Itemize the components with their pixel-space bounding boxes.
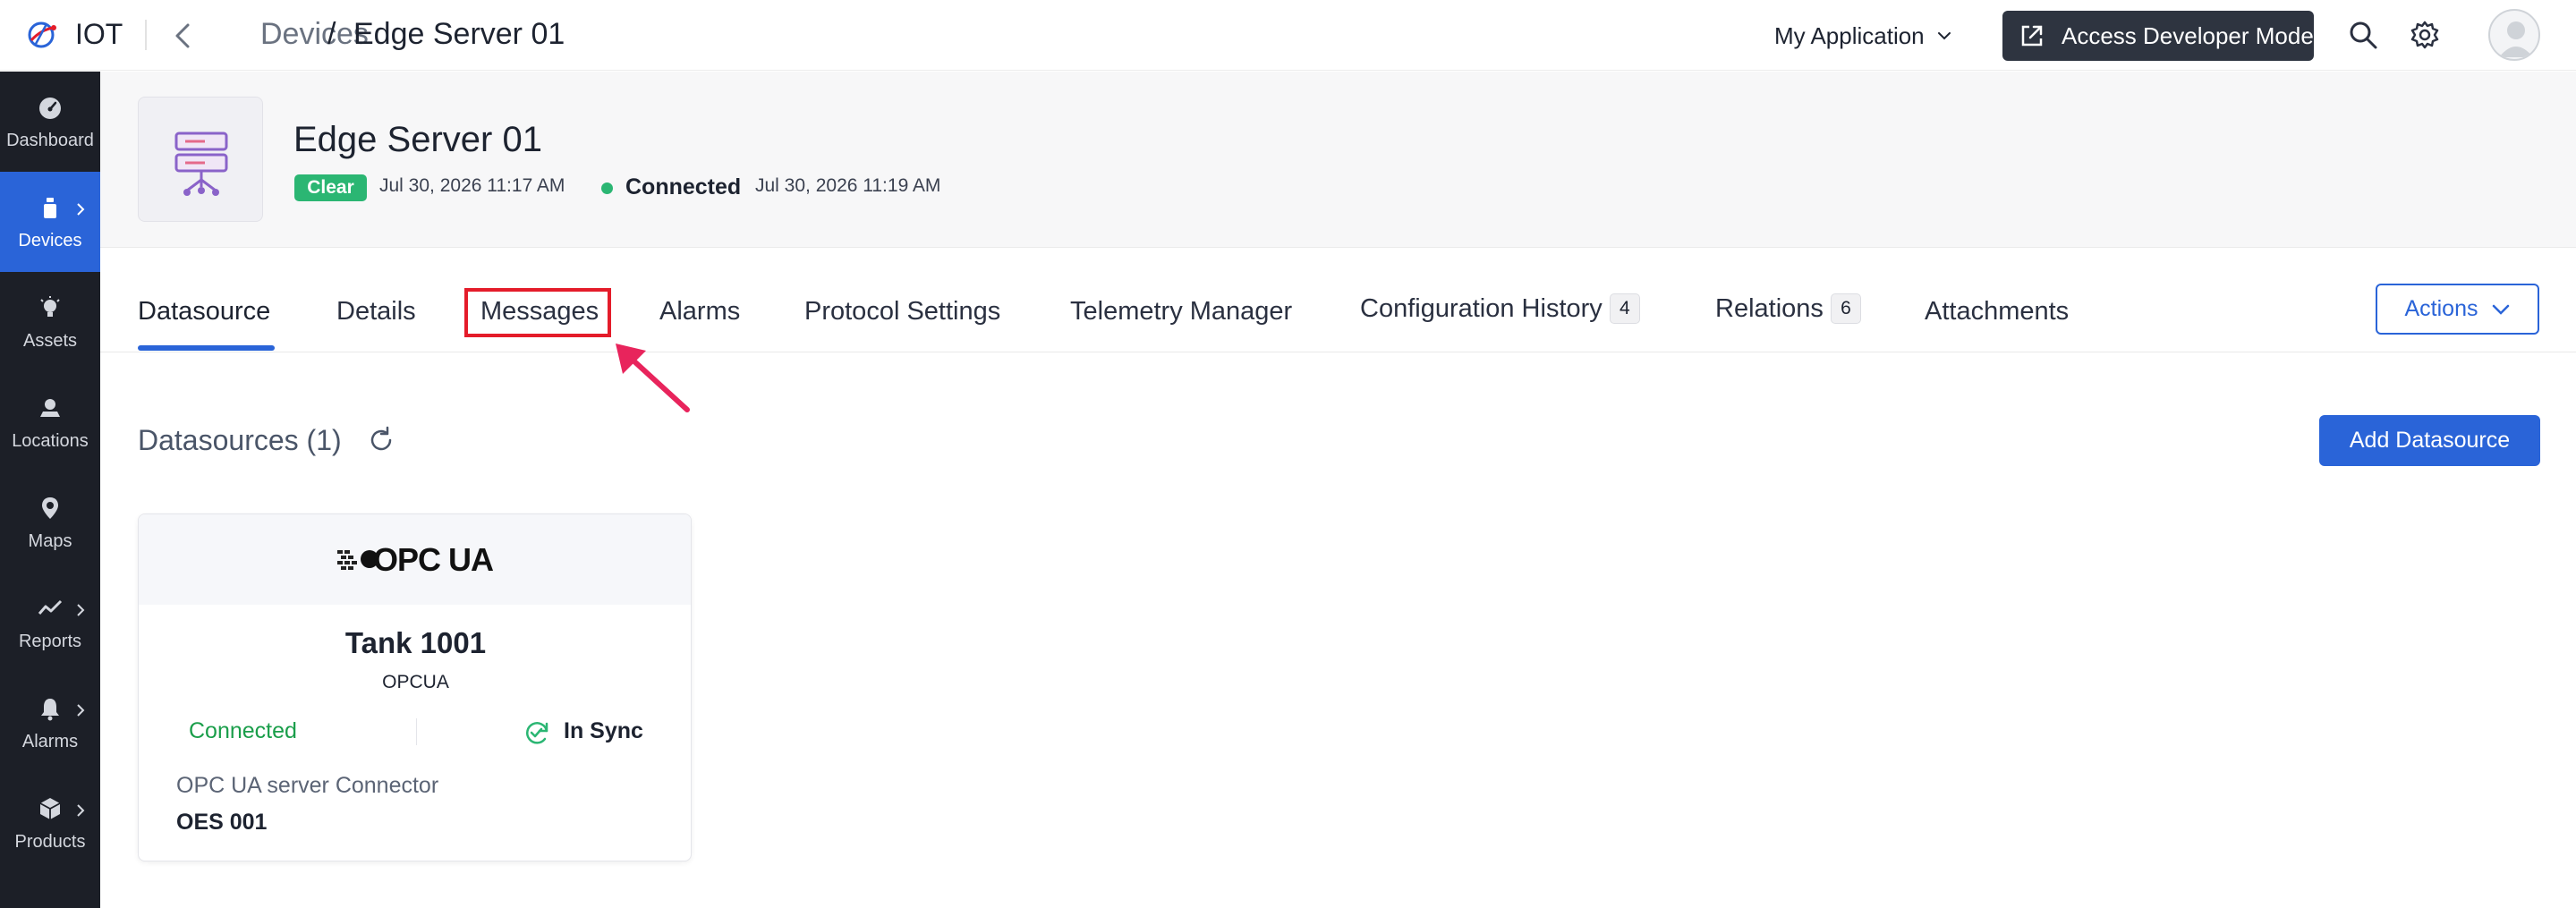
annotation-highlight-box [464, 288, 611, 337]
app-name: IOT [75, 18, 123, 50]
maps-icon [42, 497, 58, 519]
status-badge: Clear [294, 174, 367, 201]
topbar-divider [145, 20, 147, 50]
datasource-protocol: OPCUA [382, 672, 449, 692]
sync-check-icon [526, 722, 548, 744]
breadcrumb-separator: / [327, 17, 336, 51]
assets-icon [40, 296, 60, 317]
chevron-down-icon [2493, 304, 2510, 315]
tab-configuration-history[interactable]: Configuration History 4 [1360, 293, 1640, 324]
search-icon[interactable] [2348, 20, 2378, 50]
dashboard-icon [39, 98, 61, 119]
sidebar: Dashboard Devices Assets Locations Maps … [0, 72, 100, 908]
refresh-icon[interactable] [367, 426, 395, 454]
tab-protocol-settings[interactable]: Protocol Settings [804, 297, 1000, 327]
active-tab-indicator [138, 345, 275, 351]
sidebar-item-alarms[interactable]: Alarms [0, 673, 100, 773]
section-title: Datasources (1) [138, 424, 342, 456]
sidebar-item-dashboard[interactable]: Dashboard [0, 72, 100, 172]
tab-label: Protocol Settings [804, 297, 1001, 326]
tab-datasource[interactable]: Datasource [138, 297, 270, 327]
connection-status-label: Connected [625, 174, 742, 199]
breadcrumb-current: Edge Server 01 [353, 17, 565, 51]
actions-dropdown-button[interactable]: Actions [2376, 284, 2539, 335]
sync-status-label: In Sync [564, 718, 643, 743]
tab-label: Configuration History [1360, 293, 1603, 323]
sidebar-item-label: Alarms [21, 732, 79, 751]
status-timestamp: Jul 30, 2026 11:17 AM [379, 175, 565, 196]
sidebar-item-devices[interactable]: Devices [0, 172, 100, 272]
tab-attachments[interactable]: Attachments [1925, 297, 2069, 327]
logo-icon[interactable] [23, 17, 63, 53]
sidebar-item-label: Dashboard [6, 131, 94, 150]
breadcrumb-devices[interactable]: Devices [260, 17, 369, 52]
reports-icon [38, 599, 63, 615]
opc-ua-logo: OPC UA [337, 541, 498, 578]
tab-alarms[interactable]: Alarms [659, 297, 740, 327]
chevron-right-icon [77, 203, 85, 216]
devices-icon [44, 198, 56, 218]
application-selector-label: My Application [1774, 21, 1925, 49]
connector-id: OES 001 [176, 810, 268, 835]
access-developer-mode-label: Access Developer Mode [2062, 21, 2314, 49]
sidebar-item-label: Reports [18, 632, 82, 651]
datasource-name: Tank 1001 [344, 626, 487, 659]
tab-label: Telemetry Manager [1070, 297, 1293, 326]
chevron-down-icon [1937, 32, 1951, 40]
sidebar-item-label: Maps [28, 531, 72, 551]
back-chevron-icon[interactable] [170, 18, 197, 54]
sidebar-item-maps[interactable]: Maps [0, 472, 100, 573]
tab-label: Alarms [659, 297, 741, 326]
datasource-connection-status: Connected [189, 718, 297, 743]
products-icon [39, 798, 61, 819]
chevron-right-icon [77, 704, 85, 717]
server-icon [174, 132, 228, 196]
locations-icon [40, 399, 60, 417]
tab-telemetry-manager[interactable]: Telemetry Manager [1070, 297, 1292, 327]
tab-relations[interactable]: Relations 6 [1715, 293, 1861, 324]
tab-label: Relations [1715, 293, 1824, 323]
datasource-card-header: OPC UA [139, 514, 691, 605]
device-thumbnail [138, 97, 263, 222]
access-developer-mode-button[interactable]: Access Developer Mode [2002, 11, 2314, 61]
gear-icon[interactable] [2410, 20, 2440, 50]
chevron-right-icon [77, 804, 85, 817]
connection-status-dot [601, 182, 613, 194]
card-divider [416, 718, 417, 745]
alarms-icon [41, 699, 59, 721]
top-bar: IOT Devices / Edge Server 01 My Applicat… [0, 0, 2576, 71]
sidebar-item-label: Devices [18, 231, 82, 250]
connection-timestamp: Jul 30, 2026 11:19 AM [755, 175, 941, 196]
external-link-icon [2021, 25, 2043, 47]
tab-label: Details [336, 297, 416, 326]
sidebar-item-products[interactable]: Products [0, 773, 100, 873]
sidebar-item-label: Locations [12, 431, 89, 451]
actions-label: Actions [2404, 296, 2478, 321]
sidebar-item-locations[interactable]: Locations [0, 372, 100, 472]
sidebar-item-assets[interactable]: Assets [0, 272, 100, 372]
opc-ua-logo-mark [337, 550, 378, 570]
tab-label: Datasource [138, 297, 271, 326]
sidebar-item-label: Assets [22, 331, 78, 351]
user-avatar-icon[interactable] [2488, 9, 2540, 61]
connector-name: OPC UA server Connector [176, 773, 439, 798]
count-badge: 6 [1830, 293, 1861, 324]
annotation-arrow-icon [616, 344, 690, 412]
add-datasource-button[interactable]: Add Datasource [2319, 415, 2540, 466]
sidebar-item-reports[interactable]: Reports [0, 573, 100, 673]
device-title: Edge Server 01 [293, 120, 542, 159]
tab-label: Attachments [1925, 297, 2070, 326]
application-selector[interactable]: My Application [1774, 21, 1951, 50]
opc-ua-logo-text: OPC UA [373, 541, 494, 578]
sidebar-item-label: Products [14, 832, 86, 852]
tab-details[interactable]: Details [336, 297, 416, 327]
datasource-card[interactable]: OPC UA Tank 1001 OPCUA Connected In Sync… [138, 513, 692, 861]
chevron-right-icon [77, 604, 85, 616]
count-badge: 4 [1609, 293, 1640, 324]
